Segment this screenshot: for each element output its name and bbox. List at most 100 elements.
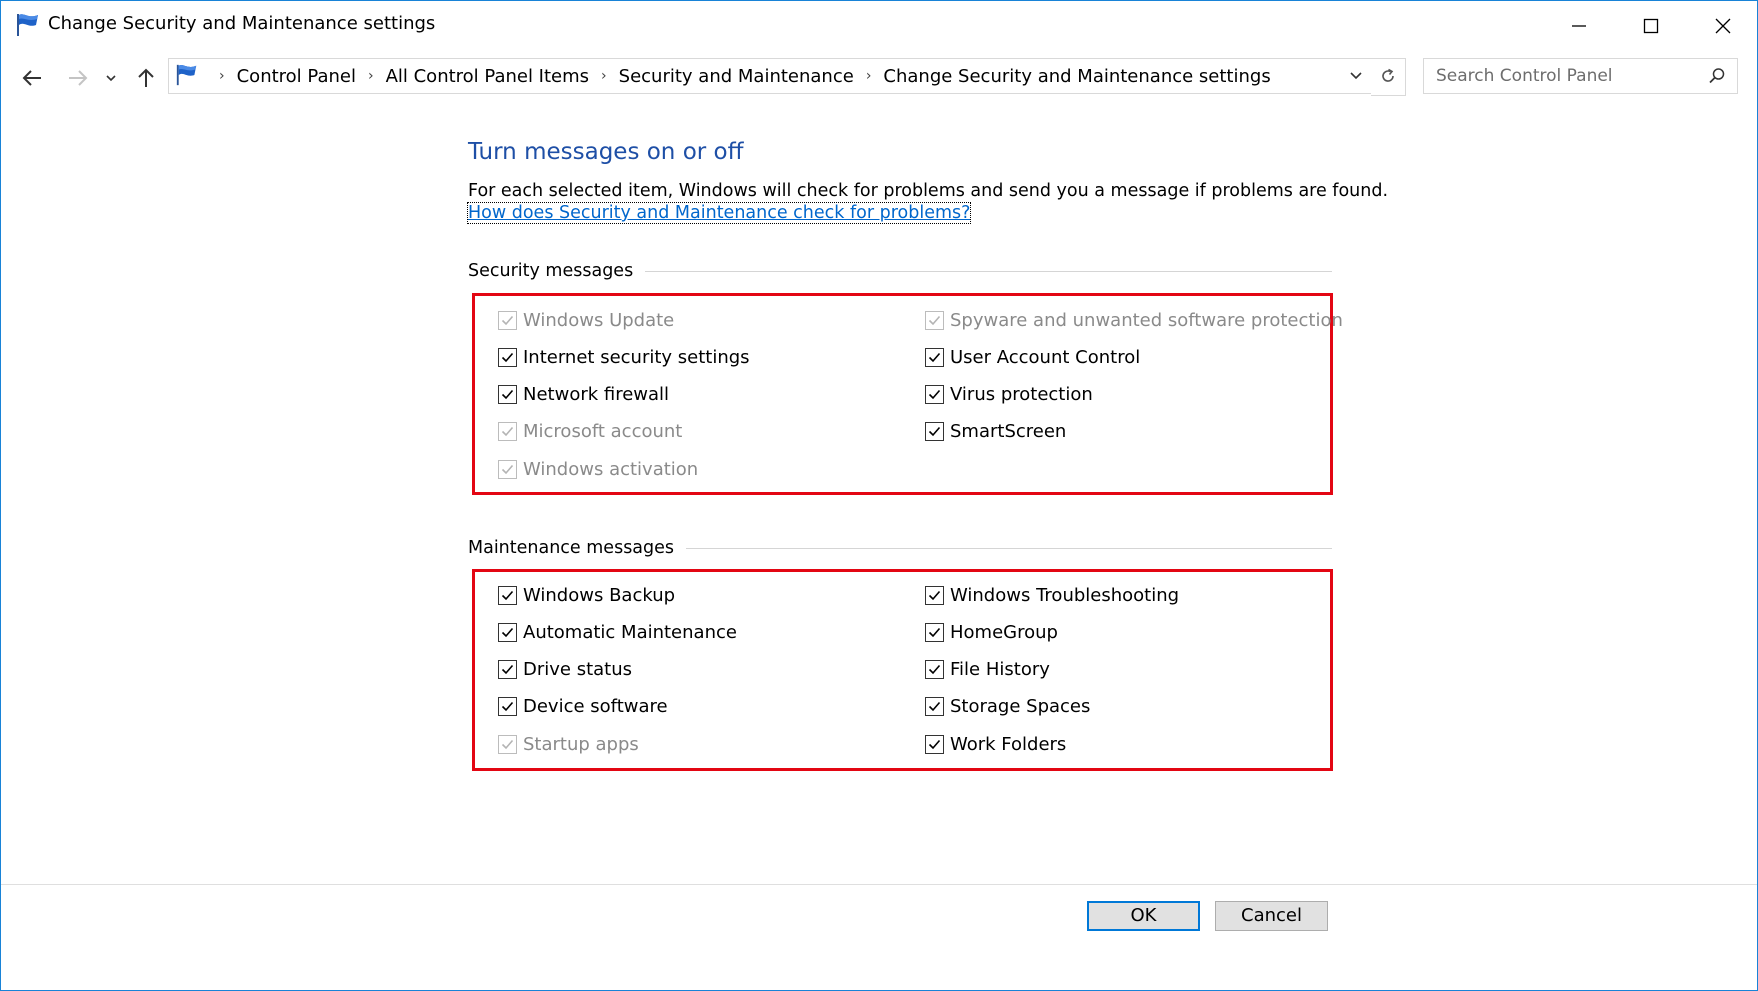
chevron-down-icon [106, 75, 116, 82]
checkbox[interactable] [925, 660, 944, 680]
chevron-down-icon [1350, 72, 1362, 80]
checkmark-icon [501, 464, 514, 474]
checkbox-item[interactable]: User Account Control [925, 344, 1140, 370]
checkbox[interactable] [925, 385, 944, 405]
checkbox-item[interactable]: Work Folders [925, 731, 1066, 757]
checkbox-label: SmartScreen [950, 421, 1067, 443]
checkbox[interactable] [498, 697, 517, 717]
checkbox-label: Spyware and unwanted software protection [950, 309, 1343, 331]
chevron-right-icon[interactable]: › [219, 68, 225, 84]
chevron-right-icon[interactable]: › [368, 68, 374, 84]
checkbox-item[interactable]: Device software [498, 694, 668, 720]
checkbox[interactable] [925, 347, 944, 367]
maximize-icon [1643, 18, 1659, 34]
checkbox-item[interactable]: SmartScreen [925, 419, 1066, 445]
checkbox-item[interactable]: Storage Spaces [925, 694, 1090, 720]
checkbox-label: Automatic Maintenance [523, 621, 737, 643]
checkmark-icon [501, 739, 514, 749]
checkbox-item[interactable]: Windows Troubleshooting [925, 582, 1179, 608]
refresh-button[interactable] [1371, 58, 1406, 96]
minimize-icon [1572, 25, 1586, 27]
checkbox-label: Work Folders [950, 733, 1067, 755]
breadcrumb-all-items[interactable]: All Control Panel Items [386, 66, 589, 87]
checkbox[interactable] [925, 622, 944, 642]
content-area: Turn messages on or off For each selecte… [1, 101, 1757, 881]
checkbox[interactable] [498, 585, 517, 605]
navigation-bar: › Control Panel › All Control Panel Item… [1, 53, 1757, 99]
title-bar: Change Security and Maintenance settings [1, 1, 1757, 51]
checkbox-label: HomeGroup [950, 621, 1058, 643]
checkbox-item[interactable]: Drive status [498, 657, 632, 683]
checkbox-item[interactable]: Network firewall [498, 382, 669, 408]
checkbox-item[interactable]: HomeGroup [925, 619, 1058, 645]
up-button[interactable] [131, 63, 161, 93]
breadcrumb-current[interactable]: Change Security and Maintenance settings [883, 66, 1270, 87]
close-button[interactable] [1687, 1, 1758, 51]
ok-button[interactable]: OK [1087, 901, 1200, 931]
checkbox-item: Startup apps [498, 731, 639, 757]
search-input[interactable]: Search Control Panel [1423, 58, 1738, 94]
chevron-right-icon[interactable]: › [866, 68, 872, 84]
control-panel-window: Change Security and Maintenance settings [0, 0, 1758, 991]
checkbox-item[interactable]: Windows Backup [498, 582, 675, 608]
security-messages-label: Security messages [468, 261, 646, 281]
checkbox[interactable] [498, 660, 517, 680]
checkbox[interactable] [925, 697, 944, 717]
checkbox-label: Microsoft account [523, 421, 683, 443]
page-description: For each selected item, Windows will che… [468, 181, 1389, 201]
checkbox-label: Device software [523, 696, 668, 718]
checkbox-item: Windows Update [498, 307, 674, 333]
checkbox-item[interactable]: Internet security settings [498, 344, 750, 370]
checkbox-label: Drive status [523, 659, 633, 681]
checkbox-item: Microsoft account [498, 419, 682, 445]
checkbox[interactable] [925, 422, 944, 442]
checkbox-label: Windows Backup [523, 584, 676, 606]
search-placeholder: Search Control Panel [1436, 66, 1613, 86]
checkbox-item[interactable]: File History [925, 657, 1050, 683]
checkbox[interactable] [925, 585, 944, 605]
close-icon [1715, 18, 1731, 34]
checkbox-item[interactable]: Automatic Maintenance [498, 619, 737, 645]
checkbox [498, 734, 517, 754]
checkmark-icon [501, 427, 514, 437]
minimize-button[interactable] [1543, 1, 1615, 51]
maximize-button[interactable] [1615, 1, 1687, 51]
checkmark-icon [501, 390, 514, 400]
arrow-right-icon [69, 70, 88, 86]
checkbox-label: Windows Troubleshooting [950, 584, 1180, 606]
checkmark-icon [928, 315, 941, 325]
checkbox-item: Spyware and unwanted software protection [925, 307, 1343, 333]
checkbox[interactable] [498, 622, 517, 642]
checkbox-item: Windows activation [498, 456, 698, 482]
cancel-button[interactable]: Cancel [1215, 901, 1328, 931]
back-button[interactable] [17, 63, 47, 93]
checkmark-icon [928, 390, 941, 400]
checkbox-label: Startup apps [523, 733, 639, 755]
page-title: Turn messages on or off [468, 139, 744, 165]
checkbox[interactable] [925, 734, 944, 754]
checkbox[interactable] [498, 385, 517, 405]
checkmark-icon [501, 315, 514, 325]
forward-button[interactable] [63, 63, 93, 93]
breadcrumb-security-maintenance[interactable]: Security and Maintenance [619, 66, 854, 87]
address-bar[interactable]: › Control Panel › All Control Panel Item… [168, 58, 1372, 94]
checkmark-icon [501, 702, 514, 712]
checkbox-item[interactable]: Virus protection [925, 382, 1093, 408]
checkbox-label: Windows Update [523, 309, 675, 331]
checkbox-label: File History [950, 659, 1050, 681]
address-dropdown-button[interactable] [1343, 59, 1369, 93]
checkmark-icon [501, 665, 514, 675]
breadcrumb-control-panel[interactable]: Control Panel [237, 66, 356, 87]
checkbox-label: User Account Control [950, 346, 1141, 368]
checkbox[interactable] [498, 347, 517, 367]
breadcrumb: › Control Panel › All Control Panel Item… [207, 59, 1271, 93]
help-link[interactable]: How does Security and Maintenance check … [466, 202, 972, 224]
checkbox-label: Storage Spaces [950, 696, 1091, 718]
checkmark-icon [928, 702, 941, 712]
checkmark-icon [928, 352, 941, 362]
checkbox [498, 422, 517, 442]
recent-locations-button[interactable] [101, 63, 121, 93]
chevron-right-icon[interactable]: › [601, 68, 607, 84]
checkbox [498, 310, 517, 330]
magnifier-icon[interactable] [1707, 66, 1727, 86]
